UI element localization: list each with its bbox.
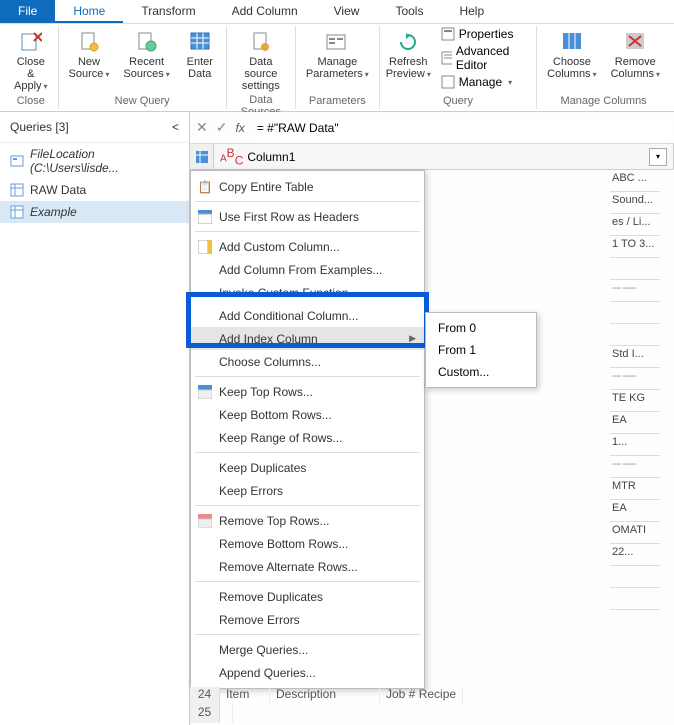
menu-keep-range-rows[interactable]: Keep Range of Rows... — [191, 426, 424, 449]
query-item-rawdata[interactable]: RAW Data — [0, 179, 189, 201]
data-source-icon — [249, 30, 273, 54]
grid-bottom-rows: 24ItemDescriptionJob # Recipe 25 — [190, 687, 674, 723]
advanced-editor-icon — [441, 51, 452, 65]
menu-merge-queries[interactable]: Merge Queries... — [191, 638, 424, 661]
menu-keep-duplicates[interactable]: Keep Duplicates — [191, 456, 424, 479]
submenu-arrow-icon: ▶ — [409, 333, 416, 344]
formula-input[interactable] — [253, 117, 668, 139]
cancel-formula-icon[interactable]: ✕ — [196, 119, 208, 136]
queries-header[interactable]: Queries [3]< — [0, 112, 189, 143]
choose-columns-button[interactable]: Choose Columns — [543, 26, 600, 82]
editor-area: ✕ ✓ fx ABC Column1 ▾ ABC ... Sound... es… — [190, 112, 674, 725]
choose-columns-icon — [560, 30, 584, 54]
remove-top-icon — [197, 513, 213, 529]
recent-sources-button[interactable]: Recent Sources — [119, 26, 173, 82]
menu-keep-errors[interactable]: Keep Errors — [191, 479, 424, 502]
submenu-custom[interactable]: Custom... — [426, 361, 536, 383]
menu-add-column-examples[interactable]: Add Column From Examples... — [191, 258, 424, 281]
tab-add-column[interactable]: Add Column — [214, 0, 316, 23]
properties-button[interactable]: Properties — [437, 26, 530, 42]
properties-icon — [441, 27, 455, 41]
menu-bar: File Home Transform Add Column View Tool… — [0, 0, 674, 24]
column-filter-button[interactable]: ▾ — [649, 148, 667, 166]
type-icon: ABC — [220, 146, 243, 167]
menu-first-row-headers[interactable]: Use First Row as Headers — [191, 205, 424, 228]
table-icon — [10, 205, 24, 219]
formula-bar: ✕ ✓ fx — [190, 112, 674, 144]
group-close: Close — [10, 95, 52, 109]
menu-remove-errors[interactable]: Remove Errors — [191, 608, 424, 631]
menu-add-index-column[interactable]: Add Index Column▶ — [191, 327, 424, 350]
group-query: Query — [386, 95, 530, 109]
column-header[interactable]: ABC Column1 ▾ — [214, 144, 674, 169]
enter-data-button[interactable]: Enter Data — [180, 26, 220, 82]
tab-tools[interactable]: Tools — [377, 0, 441, 23]
menu-add-custom-column[interactable]: Add Custom Column... — [191, 235, 424, 258]
queries-pane: Queries [3]< FileLocation (C:\Users\lisd… — [0, 112, 190, 725]
advanced-editor-button[interactable]: Advanced Editor — [437, 43, 530, 73]
menu-add-conditional-column[interactable]: Add Conditional Column... — [191, 304, 424, 327]
menu-append-queries[interactable]: Append Queries... — [191, 661, 424, 684]
menu-invoke-custom-function[interactable]: Invoke Custom Function... — [191, 281, 424, 304]
tab-transform[interactable]: Transform — [123, 0, 213, 23]
tab-file[interactable]: File — [0, 0, 55, 23]
manage-icon — [441, 75, 455, 89]
tab-home[interactable]: Home — [55, 0, 123, 23]
parameter-icon — [10, 154, 24, 168]
menu-keep-bottom-rows[interactable]: Keep Bottom Rows... — [191, 403, 424, 426]
copy-icon: 📋 — [197, 179, 213, 195]
index-submenu: From 0 From 1 Custom... — [425, 312, 537, 388]
refresh-icon — [396, 30, 420, 54]
custom-column-icon — [197, 239, 213, 255]
menu-keep-top-rows[interactable]: Keep Top Rows... — [191, 380, 424, 403]
new-source-icon — [77, 30, 101, 54]
query-item-filelocation[interactable]: FileLocation (C:\Users\lisde... — [0, 143, 189, 179]
tab-help[interactable]: Help — [441, 0, 502, 23]
remove-columns-icon — [623, 30, 647, 54]
menu-remove-top-rows[interactable]: Remove Top Rows... — [191, 509, 424, 532]
peek-column: ABC ... Sound... es / Li... 1 TO 3... --… — [610, 170, 660, 610]
column-header-row: ABC Column1 ▾ — [190, 144, 674, 170]
table-row[interactable]: 24ItemDescriptionJob # Recipe — [190, 687, 674, 705]
menu-copy-table[interactable]: 📋Copy Entire Table — [191, 175, 424, 198]
menu-remove-bottom-rows[interactable]: Remove Bottom Rows... — [191, 532, 424, 555]
remove-columns-button[interactable]: Remove Columns — [607, 26, 664, 82]
enter-data-icon — [188, 30, 212, 54]
group-parameters: Parameters — [302, 95, 373, 109]
menu-remove-duplicates[interactable]: Remove Duplicates — [191, 585, 424, 608]
data-source-settings-button[interactable]: Data source settings — [233, 26, 289, 94]
keep-top-icon — [197, 384, 213, 400]
ribbon: Close & Apply Close New Source Recent So… — [0, 24, 674, 112]
fx-icon[interactable]: fx — [235, 121, 244, 135]
parameters-icon — [325, 30, 349, 54]
table-menu-button[interactable] — [190, 144, 214, 169]
recent-sources-icon — [135, 30, 159, 54]
new-source-button[interactable]: New Source — [65, 26, 114, 82]
manage-button[interactable]: Manage — [437, 74, 530, 90]
commit-formula-icon[interactable]: ✓ — [216, 119, 228, 136]
table-icon — [10, 183, 24, 197]
submenu-from-0[interactable]: From 0 — [426, 317, 536, 339]
menu-choose-columns[interactable]: Choose Columns... — [191, 350, 424, 373]
manage-parameters-button[interactable]: Manage Parameters — [302, 26, 373, 82]
group-manage-columns: Manage Columns — [543, 95, 664, 109]
table-row[interactable]: 25 — [190, 705, 674, 723]
close-apply-button[interactable]: Close & Apply — [10, 26, 52, 94]
query-item-example[interactable]: Example — [0, 201, 189, 223]
table-context-menu: 📋Copy Entire Table Use First Row as Head… — [190, 170, 425, 689]
menu-remove-alternate-rows[interactable]: Remove Alternate Rows... — [191, 555, 424, 578]
group-new-query: New Query — [65, 95, 220, 109]
collapse-icon[interactable]: < — [172, 120, 179, 134]
headers-icon — [197, 209, 213, 225]
refresh-preview-button[interactable]: Refresh Preview — [386, 26, 431, 82]
submenu-from-1[interactable]: From 1 — [426, 339, 536, 361]
close-apply-icon — [19, 30, 43, 54]
tab-view[interactable]: View — [316, 0, 378, 23]
